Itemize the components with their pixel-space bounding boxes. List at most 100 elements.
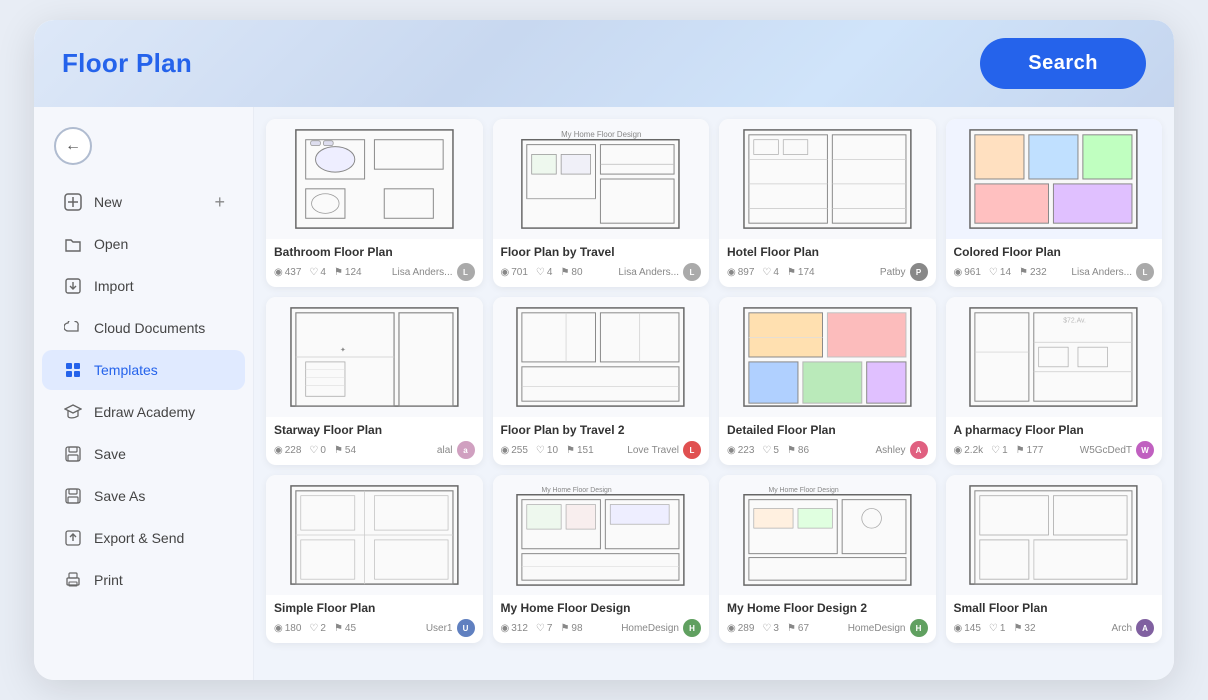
save-icon: [62, 443, 84, 465]
sidebar-item-cloud[interactable]: Cloud Documents: [42, 308, 245, 348]
template-card-detailed[interactable]: Detailed Floor Plan ◉ 223 ♡ 5 ⚑ 86 Ashle…: [719, 297, 936, 465]
sidebar-item-save[interactable]: Save: [42, 434, 245, 474]
sidebar-item-new[interactable]: New +: [42, 182, 245, 222]
card-author-hotel: Patby P: [880, 263, 928, 281]
card-meta-hotel: ◉ 897 ♡ 4 ⚑ 174 Patby P: [727, 263, 928, 281]
card-title-pharmacy: A pharmacy Floor Plan: [954, 423, 1155, 437]
sidebar-item-academy[interactable]: Edraw Academy: [42, 392, 245, 432]
card-title-myhome: Floor Plan by Travel 2: [501, 423, 702, 437]
author-avatar-myhome2: H: [683, 619, 701, 637]
card-info-myhome2: My Home Floor Design ◉ 312 ♡ 7 ⚑ 98 Home…: [493, 595, 710, 643]
author-avatar-detailed: A: [910, 441, 928, 459]
template-card-colored[interactable]: Colored Floor Plan ◉ 961 ♡ 14 ⚑ 232 Lisa…: [946, 119, 1163, 287]
template-card-myhome[interactable]: Floor Plan by Travel 2 ◉ 255 ♡ 10 ⚑ 151 …: [493, 297, 710, 465]
card-title-hotel: Hotel Floor Plan: [727, 245, 928, 259]
card-author-bathroom: Lisa Anders... L: [392, 263, 475, 281]
card-image-hotel: [719, 119, 936, 239]
author-avatar-colored: L: [1136, 263, 1154, 281]
new-icon: [62, 191, 84, 213]
card-image-bathroom: [266, 119, 483, 239]
card-author-pharmacy: W5GcDedT W: [1080, 441, 1154, 459]
sidebar-open-label: Open: [94, 236, 128, 252]
template-card-hotel[interactable]: Hotel Floor Plan ◉ 897 ♡ 4 ⚑ 174 Patby P: [719, 119, 936, 287]
card-info-myhome: Floor Plan by Travel 2 ◉ 255 ♡ 10 ⚑ 151 …: [493, 417, 710, 465]
card-image-stairway: ✦: [266, 297, 483, 417]
author-avatar-small: A: [1136, 619, 1154, 637]
card-author-small: Arch A: [1111, 619, 1154, 637]
card-image-travel: My Home Floor Design: [493, 119, 710, 239]
card-image-colored: [946, 119, 1163, 239]
card-info-small: Small Floor Plan ◉ 145 ♡ 1 ⚑ 32 Arch A: [946, 595, 1163, 643]
author-avatar-bathroom: L: [457, 263, 475, 281]
svg-text:My Home Floor Design: My Home Floor Design: [561, 130, 641, 139]
card-title-myhome3: My Home Floor Design 2: [727, 601, 928, 615]
card-title-small: Small Floor Plan: [954, 601, 1155, 615]
sidebar: ← New + Open Import: [34, 107, 254, 680]
card-author-simple1: User1 U: [426, 619, 475, 637]
export-icon: [62, 527, 84, 549]
author-avatar-travel: L: [683, 263, 701, 281]
card-title-bathroom: Bathroom Floor Plan: [274, 245, 475, 259]
main-area: ← New + Open Import: [34, 107, 1174, 680]
card-author-stairway: alal a: [437, 441, 475, 459]
card-info-simple1: Simple Floor Plan ◉ 180 ♡ 2 ⚑ 45 User1 U: [266, 595, 483, 643]
cloud-icon: [62, 317, 84, 339]
sidebar-item-print[interactable]: Print: [42, 560, 245, 600]
sidebar-item-templates[interactable]: Templates: [42, 350, 245, 390]
sidebar-cloud-label: Cloud Documents: [94, 320, 205, 336]
card-meta-bathroom: ◉ 437 ♡ 4 ⚑ 124 Lisa Anders... L: [274, 263, 475, 281]
author-avatar-simple1: U: [457, 619, 475, 637]
author-avatar-myhome3: H: [910, 619, 928, 637]
card-info-pharmacy: A pharmacy Floor Plan ◉ 2.2k ♡ 1 ⚑ 177 W…: [946, 417, 1163, 465]
back-button[interactable]: ←: [54, 127, 92, 165]
sidebar-export-label: Export & Send: [94, 530, 184, 546]
author-avatar-stairway: a: [457, 441, 475, 459]
card-info-myhome3: My Home Floor Design 2 ◉ 289 ♡ 3 ⚑ 67 Ho…: [719, 595, 936, 643]
header: Floor Plan Search: [34, 20, 1174, 107]
sidebar-item-import[interactable]: Import: [42, 266, 245, 306]
academy-icon: [62, 401, 84, 423]
card-title-travel: Floor Plan by Travel: [501, 245, 702, 259]
search-button[interactable]: Search: [980, 38, 1146, 89]
card-image-small: [946, 475, 1163, 595]
saveas-icon: [62, 485, 84, 507]
card-author-colored: Lisa Anders... L: [1071, 263, 1154, 281]
sidebar-item-open[interactable]: Open: [42, 224, 245, 264]
sidebar-item-saveas[interactable]: Save As: [42, 476, 245, 516]
card-author-myhome: Love Travel L: [627, 441, 701, 459]
author-avatar-hotel: P: [910, 263, 928, 281]
svg-text:✦: ✦: [340, 346, 346, 354]
sidebar-academy-label: Edraw Academy: [94, 404, 195, 420]
template-card-myhome2[interactable]: My Home Floor Design My Home Floo: [493, 475, 710, 643]
sidebar-item-export[interactable]: Export & Send: [42, 518, 245, 558]
card-title-myhome2: My Home Floor Design: [501, 601, 702, 615]
card-author-myhome2: HomeDesign H: [621, 619, 701, 637]
card-author-myhome3: HomeDesign H: [848, 619, 928, 637]
card-meta-myhome2: ◉ 312 ♡ 7 ⚑ 98 HomeDesign H: [501, 619, 702, 637]
sidebar-saveas-label: Save As: [94, 488, 145, 504]
template-grid-container: Bathroom Floor Plan ◉ 437 ♡ 4 ⚑ 124 Lisa…: [254, 107, 1174, 680]
sidebar-print-label: Print: [94, 572, 123, 588]
sidebar-templates-label: Templates: [94, 362, 158, 378]
card-info-detailed: Detailed Floor Plan ◉ 223 ♡ 5 ⚑ 86 Ashle…: [719, 417, 936, 465]
template-card-travel[interactable]: My Home Floor Design Floor Plan b: [493, 119, 710, 287]
template-card-simple1[interactable]: Simple Floor Plan ◉ 180 ♡ 2 ⚑ 45 User1 U: [266, 475, 483, 643]
import-icon: [62, 275, 84, 297]
card-meta-travel: ◉ 701 ♡ 4 ⚑ 80 Lisa Anders... L: [501, 263, 702, 281]
sidebar-import-label: Import: [94, 278, 134, 294]
plus-icon: +: [214, 192, 225, 213]
card-image-myhome2: My Home Floor Design: [493, 475, 710, 595]
template-card-bathroom[interactable]: Bathroom Floor Plan ◉ 437 ♡ 4 ⚑ 124 Lisa…: [266, 119, 483, 287]
template-card-pharmacy[interactable]: $72.Av. A pharmacy Floor Plan ◉ 2.2k ♡ 1…: [946, 297, 1163, 465]
template-card-small[interactable]: Small Floor Plan ◉ 145 ♡ 1 ⚑ 32 Arch A: [946, 475, 1163, 643]
card-title-detailed: Detailed Floor Plan: [727, 423, 928, 437]
author-avatar-myhome: L: [683, 441, 701, 459]
views-stat: ◉ 437: [274, 267, 301, 278]
template-card-stairway[interactable]: ✦ Starway Floor Plan ◉ 228 ♡ 0 ⚑ 54: [266, 297, 483, 465]
card-image-pharmacy: $72.Av.: [946, 297, 1163, 417]
card-info-colored: Colored Floor Plan ◉ 961 ♡ 14 ⚑ 232 Lisa…: [946, 239, 1163, 287]
template-card-myhome3[interactable]: My Home Floor Design My Home Floor Desig…: [719, 475, 936, 643]
card-image-detailed: [719, 297, 936, 417]
card-meta-myhome: ◉ 255 ♡ 10 ⚑ 151 Love Travel L: [501, 441, 702, 459]
card-author-detailed: Ashley A: [875, 441, 927, 459]
